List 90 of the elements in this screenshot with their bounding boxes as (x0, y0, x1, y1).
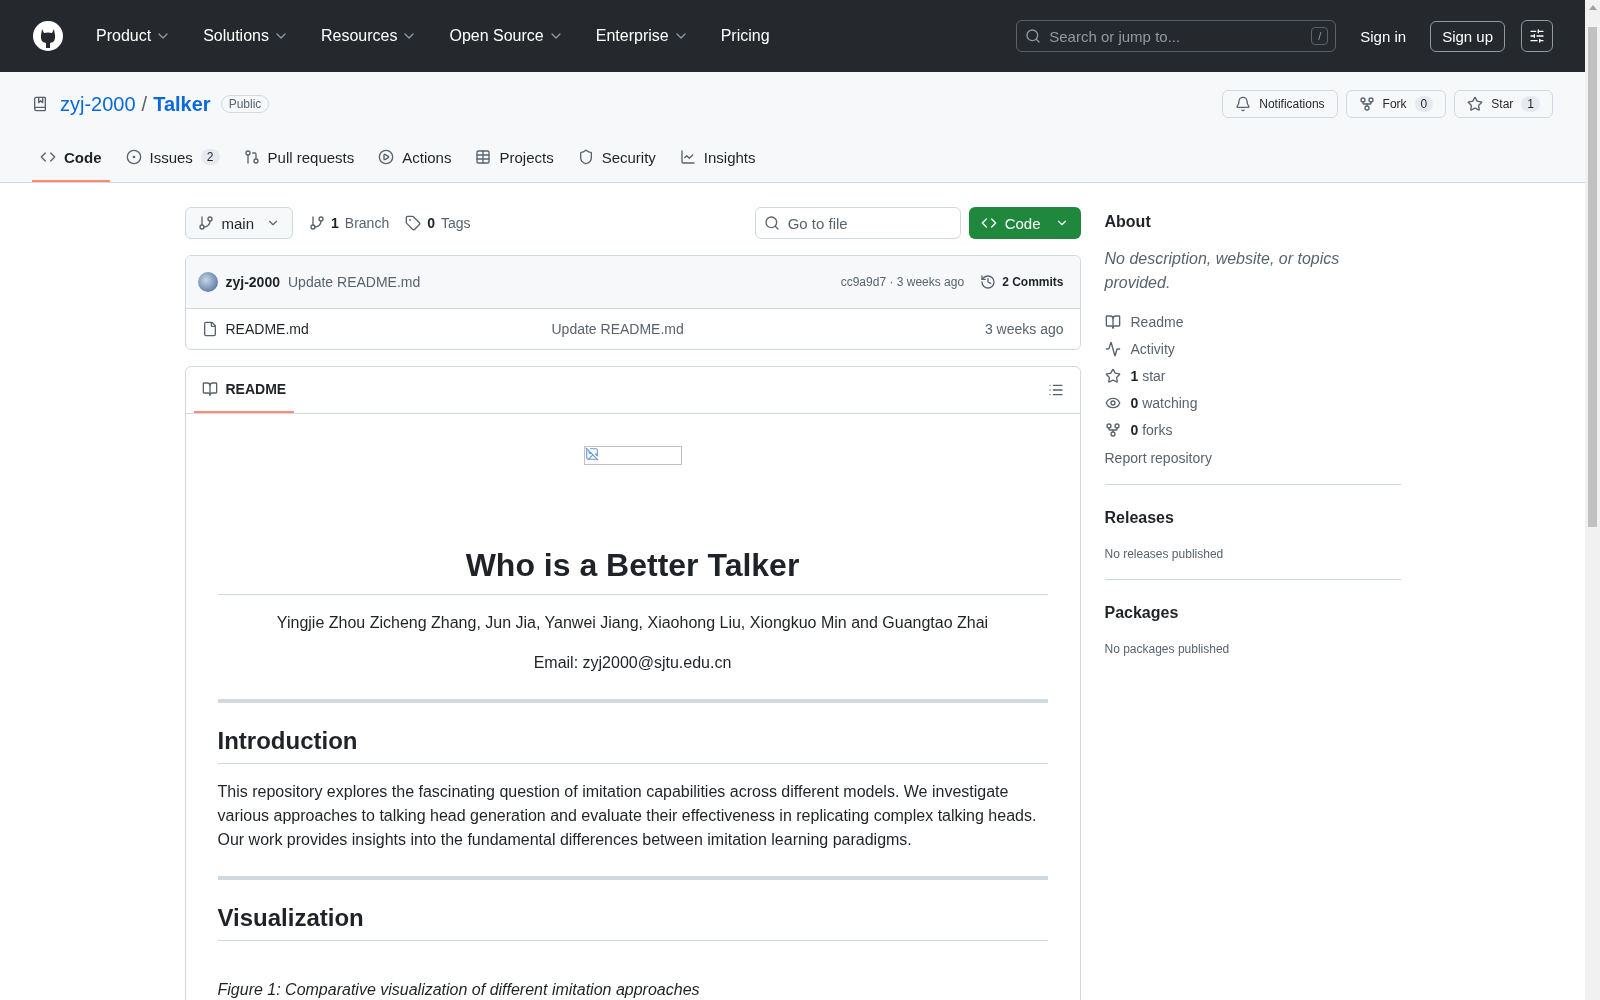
shield-icon (577, 149, 594, 165)
nav-menu-item[interactable]: Product (88, 27, 180, 45)
branch-button[interactable]: main (184, 207, 293, 239)
issue-icon (125, 149, 142, 165)
readme-title: Who is a Better Talker (217, 547, 1048, 595)
star-button[interactable]: Star 1 (1454, 90, 1553, 118)
repo-tab[interactable]: Code (32, 134, 110, 182)
file-icon (201, 321, 218, 337)
count-label: 0 (1414, 96, 1434, 112)
history-icon (980, 274, 997, 290)
section-paragraph: This repository explores the fascinating question of imitation capabilities across different models. We investigate various approaches to talking head generation and evaluate their effectiveness in replicating complex talking heads. Our work provides insights into the fundamental differences between imitation learning paradigms. (217, 782, 1038, 850)
code-icon (980, 215, 997, 231)
avatar[interactable] (197, 272, 218, 292)
sign-in-link[interactable]: Sign in (1352, 27, 1415, 45)
commit-hash-time: cc9a9d7 · 3 weeks ago (840, 275, 965, 289)
fork-button[interactable]: Fork 0 (1345, 90, 1447, 118)
authors-text: Yingjie Zhou Zicheng Zhang, Jun Jia, Yanwei Jiang, Xiaohong Liu, Xiongkuo Min and Guangtao Zhai (275, 613, 990, 633)
star-icon (1104, 368, 1121, 384)
nav-menu-item[interactable]: Open Source (441, 27, 572, 45)
nav-menu-item[interactable]: Enterprise (587, 27, 697, 45)
repo-tab[interactable]: Pull requests (235, 134, 363, 182)
code-icon (40, 149, 56, 165)
repo-tab[interactable]: Projects (467, 134, 562, 182)
repo-tab[interactable]: Actions (370, 134, 460, 182)
about-heading: About (1104, 212, 1152, 231)
commit-author[interactable]: zyj-2000 (225, 274, 280, 290)
table-icon (475, 149, 492, 165)
code-button[interactable]: Code (968, 207, 1081, 239)
section-note: No releases published (1104, 547, 1225, 561)
search-icon (763, 215, 780, 231)
search-icon (1025, 28, 1042, 44)
repo-tab[interactable]: Issues 2 (117, 134, 228, 182)
graph-icon (679, 149, 696, 165)
book-icon (201, 381, 218, 397)
section-heading: Visualization (217, 904, 1048, 941)
about-description: No description, website, or topics provided. (1104, 249, 1341, 293)
watch-link[interactable]: 0 watching (1104, 395, 1401, 411)
readme-tab[interactable]: README (193, 367, 295, 413)
fork-link[interactable]: 0 forks (1104, 422, 1401, 438)
book-icon (1104, 314, 1121, 330)
play-icon (378, 149, 395, 165)
sign-up-button[interactable]: Sign up (1430, 20, 1505, 52)
eye-icon (1104, 395, 1121, 411)
section-heading: Releases (1104, 508, 1175, 527)
scrollbar-thumb[interactable] (1588, 27, 1597, 527)
settings-button[interactable] (1521, 20, 1553, 52)
broken-image-icon (584, 447, 599, 461)
count-label: 2 (200, 149, 220, 165)
section-heading: Introduction (217, 727, 1048, 764)
path-separator: / (141, 92, 148, 116)
outline-icon[interactable] (1047, 382, 1064, 398)
sliders-icon (1529, 28, 1545, 44)
branches-link[interactable]: 1 Branch (309, 215, 390, 231)
report-link[interactable]: Report repository (1104, 450, 1401, 466)
branch-icon (197, 215, 214, 231)
go-to-file-field[interactable]: Go to file (754, 207, 961, 239)
repo-tab[interactable]: Security (569, 134, 664, 182)
file-time: 3 weeks ago (984, 321, 1064, 337)
pulse-icon (1104, 341, 1121, 357)
fork-icon (1104, 422, 1121, 438)
file-link[interactable]: README.md (201, 321, 552, 337)
nav-menu-item[interactable]: Resources (312, 27, 426, 45)
scrollbar[interactable] (1585, 0, 1600, 1000)
count-label: 1 (1521, 96, 1540, 112)
repo-icon (32, 96, 48, 112)
file-commit-message[interactable]: Update README.md (551, 321, 985, 337)
nav-menu-item[interactable]: Solutions (195, 27, 297, 45)
readme-link[interactable]: Readme (1104, 314, 1401, 330)
star-link[interactable]: 1 star (1104, 368, 1401, 384)
bell-icon (1235, 96, 1252, 112)
figure-caption: Figure 1: Comparative visualization of different imitation approaches (217, 981, 701, 999)
owner-link[interactable]: zyj-2000 (60, 92, 136, 116)
logo-icon[interactable] (32, 20, 64, 52)
section-note: No packages published (1104, 642, 1231, 656)
activity-link[interactable]: Activity (1104, 341, 1401, 357)
section-heading: Packages (1104, 603, 1180, 622)
tags-link[interactable]: 0 Tags (405, 215, 471, 231)
fork-icon (1358, 96, 1375, 112)
nav-menu-item[interactable]: Pricing (712, 27, 778, 45)
branch-icon (309, 215, 325, 231)
shortcut-key: / (1311, 27, 1329, 45)
repo-tab[interactable]: Insights (671, 134, 764, 182)
repo-name-link[interactable]: Talker (153, 92, 211, 116)
email-text: Email: zyj2000@sjtu.edu.cn (532, 653, 733, 673)
commit-message[interactable]: Update README.md (288, 274, 421, 290)
star-icon (1467, 96, 1484, 112)
tag-icon (405, 215, 422, 231)
pull-request-icon (243, 149, 260, 165)
commits-link[interactable]: 2 Commits (980, 274, 1064, 290)
notifications-button[interactable]: Notifications (1222, 90, 1338, 118)
